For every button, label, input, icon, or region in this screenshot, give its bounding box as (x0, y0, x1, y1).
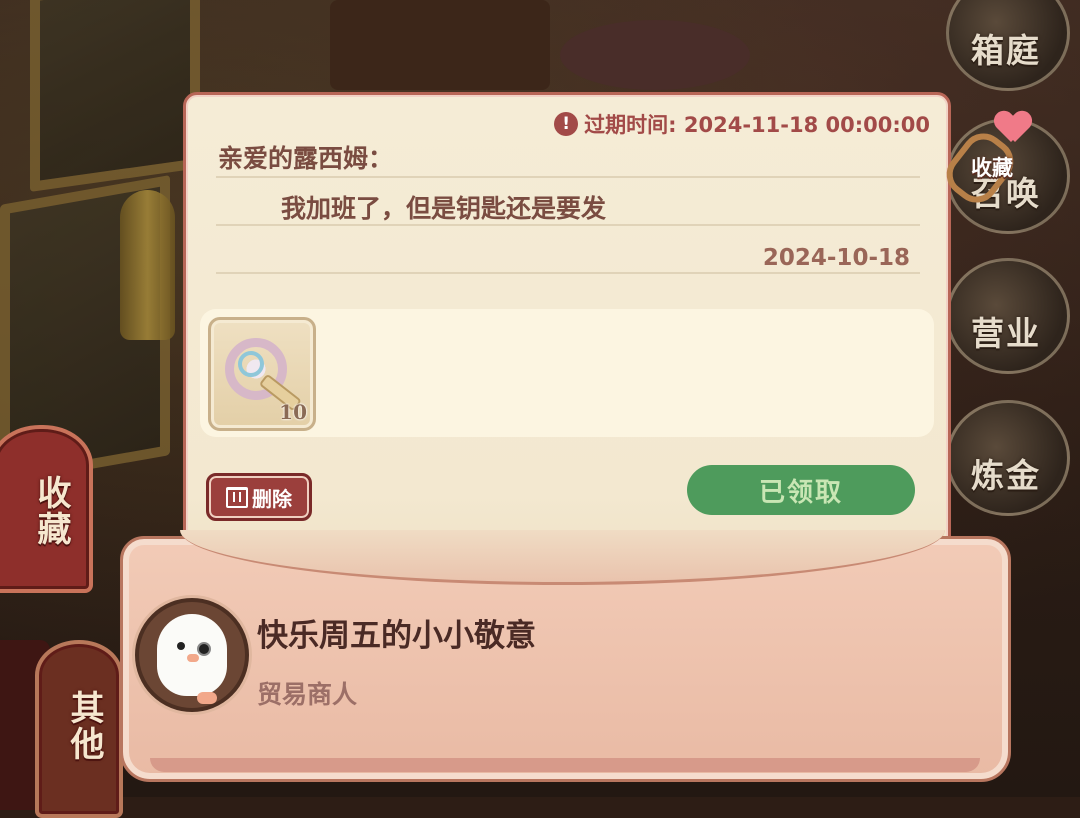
reward-item-key[interactable]: 10 (208, 317, 316, 431)
menu-button-business[interactable]: 营业 (946, 258, 1070, 374)
bird-monocle (197, 642, 211, 656)
letter-body: 我加班了，但是钥匙还是要发 (281, 194, 607, 223)
divider (216, 272, 920, 274)
sender-avatar (135, 598, 249, 712)
menu-button-alchemy[interactable]: 炼金 (946, 400, 1070, 516)
reward-quantity: 10 (279, 400, 307, 424)
white-bird-icon (157, 614, 227, 704)
cabinet (330, 0, 550, 90)
expire-time: ! 过期时间: 2024-11-18 00:00:00 (554, 109, 930, 139)
claimed-button[interactable]: 已领取 (687, 465, 915, 515)
bird-eye (177, 642, 185, 650)
bird-foot (197, 692, 217, 704)
warning-icon: ! (554, 112, 579, 136)
vase (120, 190, 175, 340)
sender-name: 贸易商人 (257, 680, 358, 709)
envelope-bottom (150, 758, 980, 772)
trash-icon (226, 486, 248, 508)
divider (216, 176, 920, 178)
menu-label: 炼金 (971, 456, 1041, 495)
menu-label: 营业 (971, 314, 1041, 353)
collect-label: 收藏 (971, 156, 1013, 180)
tab-collection-label: 收藏 (31, 475, 71, 547)
letter-greeting: 亲爱的露西姆： (218, 144, 394, 173)
delete-button[interactable]: 删除 (206, 473, 312, 521)
letter-date: 2024-10-18 (762, 245, 910, 271)
expire-text: 过期时间: 2024-11-18 00:00:00 (584, 113, 930, 137)
bird-beak (187, 654, 199, 662)
mail-title: 快乐周五的小小敬意 (257, 618, 536, 654)
tab-other-label: 其他 (64, 690, 104, 762)
menu-label: 箱庭 (971, 31, 1041, 70)
cushion-stool (560, 20, 750, 90)
collect-button[interactable]: 收藏 (937, 112, 1038, 212)
heart-icon (995, 112, 1031, 144)
divider (216, 224, 920, 226)
delete-label: 删除 (252, 486, 292, 511)
mail-letter: ! 过期时间: 2024-11-18 00:00:00 亲爱的露西姆： 我加班了… (183, 92, 951, 598)
wall-painting (30, 0, 200, 192)
reward-list: 10 (200, 309, 934, 437)
